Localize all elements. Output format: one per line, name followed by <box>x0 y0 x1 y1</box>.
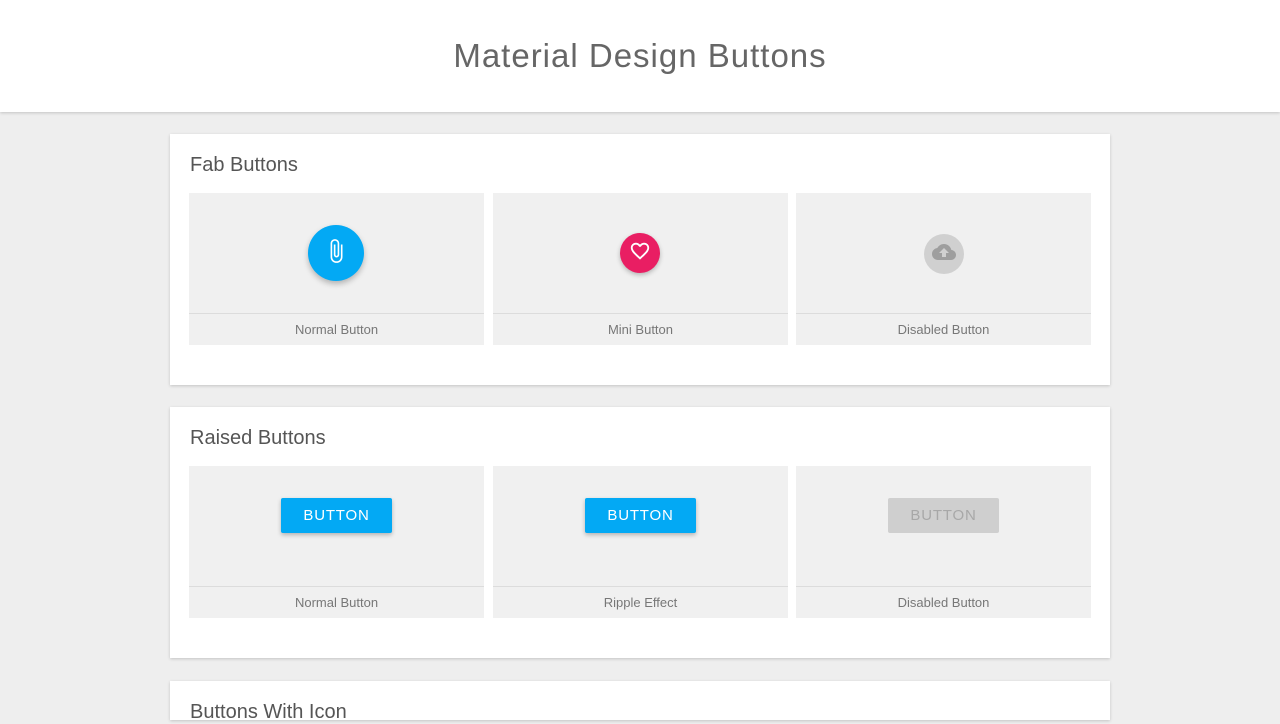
demo-caption: Mini Button <box>493 313 788 345</box>
section-title: Raised Buttons <box>190 427 326 449</box>
icon-buttons-card: Buttons With Icon <box>170 681 1110 723</box>
normal-fab-button[interactable] <box>308 225 364 281</box>
fab-buttons-card: Fab Buttons Normal Button Mini Button Di… <box>170 134 1110 385</box>
demo-stage <box>493 193 788 313</box>
demo-panel: Mini Button <box>493 193 788 345</box>
demo-row: BUTTON Normal Button BUTTON Ripple Effec… <box>189 466 1091 618</box>
page-header: Material Design Buttons <box>0 0 1280 112</box>
demo-panel: BUTTON Ripple Effect <box>493 466 788 618</box>
demo-stage <box>189 193 484 313</box>
section-title: Fab Buttons <box>190 154 298 176</box>
demo-panel: BUTTON Normal Button <box>189 466 484 618</box>
paperclip-icon <box>323 238 349 269</box>
demo-caption: Normal Button <box>189 586 484 618</box>
disabled-raised-button[interactable]: BUTTON <box>888 498 999 533</box>
demo-row: Normal Button Mini Button Disabled Butto… <box>189 193 1091 345</box>
demo-caption: Disabled Button <box>796 586 1091 618</box>
disabled-fab-button[interactable] <box>924 234 964 274</box>
demo-stage: BUTTON <box>189 466 484 586</box>
normal-raised-button[interactable]: BUTTON <box>281 498 392 533</box>
heart-icon <box>629 240 651 267</box>
demo-caption: Disabled Button <box>796 313 1091 345</box>
demo-panel: Disabled Button <box>796 193 1091 345</box>
demo-panel: BUTTON Disabled Button <box>796 466 1091 618</box>
page-title: Material Design Buttons <box>453 36 827 74</box>
demo-caption: Ripple Effect <box>493 586 788 618</box>
demo-panel: Normal Button <box>189 193 484 345</box>
cloud-upload-icon <box>932 240 956 269</box>
demo-stage: BUTTON <box>796 466 1091 586</box>
mini-fab-button[interactable] <box>620 233 660 273</box>
demo-stage <box>796 193 1091 313</box>
section-title: Buttons With Icon <box>190 701 347 723</box>
raised-buttons-card: Raised Buttons BUTTON Normal Button BUTT… <box>170 407 1110 658</box>
demo-caption: Normal Button <box>189 313 484 345</box>
demo-stage: BUTTON <box>493 466 788 586</box>
ripple-raised-button[interactable]: BUTTON <box>585 498 696 533</box>
